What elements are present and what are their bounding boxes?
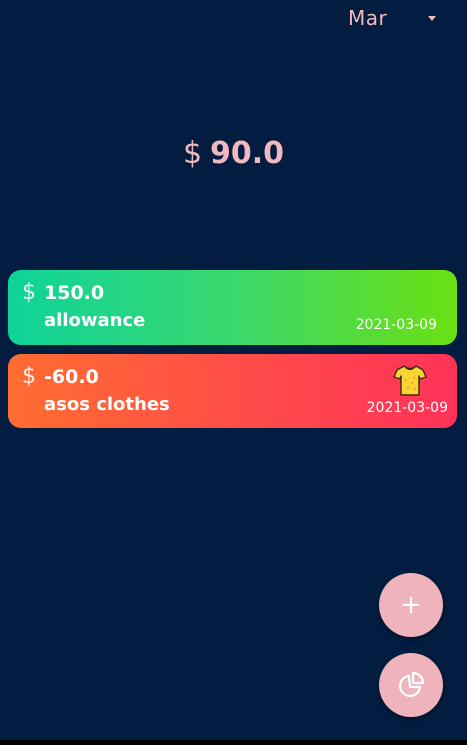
tshirt-icon <box>393 365 427 396</box>
month-label: Mar <box>348 6 388 30</box>
balance-currency: $ <box>182 136 203 171</box>
transaction-date: 2021-03-09 <box>355 317 437 333</box>
plus-icon: + <box>400 590 422 620</box>
bottom-bar <box>0 740 467 745</box>
chevron-down-icon <box>428 16 436 21</box>
transaction-card-income[interactable]: $ 150.0 allowance 2021-03-09 <box>8 270 457 345</box>
chart-button[interactable] <box>379 653 443 717</box>
transaction-date: 2021-03-09 <box>366 400 448 416</box>
balance-amount: 90.0 <box>210 136 285 171</box>
transaction-amount: -60.0 <box>44 366 99 388</box>
transaction-amount: 150.0 <box>44 282 105 304</box>
transaction-card-expense[interactable]: $ -60.0 asos clothes 2021-03-09 <box>8 354 457 428</box>
transaction-currency: $ <box>22 364 36 389</box>
transaction-title: allowance <box>44 310 146 331</box>
pie-chart-icon <box>398 671 425 698</box>
add-transaction-button[interactable]: + <box>379 573 443 637</box>
transaction-currency: $ <box>22 280 36 305</box>
balance-total: $90.0 <box>0 136 467 171</box>
transaction-title: asos clothes <box>44 394 170 415</box>
month-selector[interactable]: Mar <box>346 4 446 32</box>
